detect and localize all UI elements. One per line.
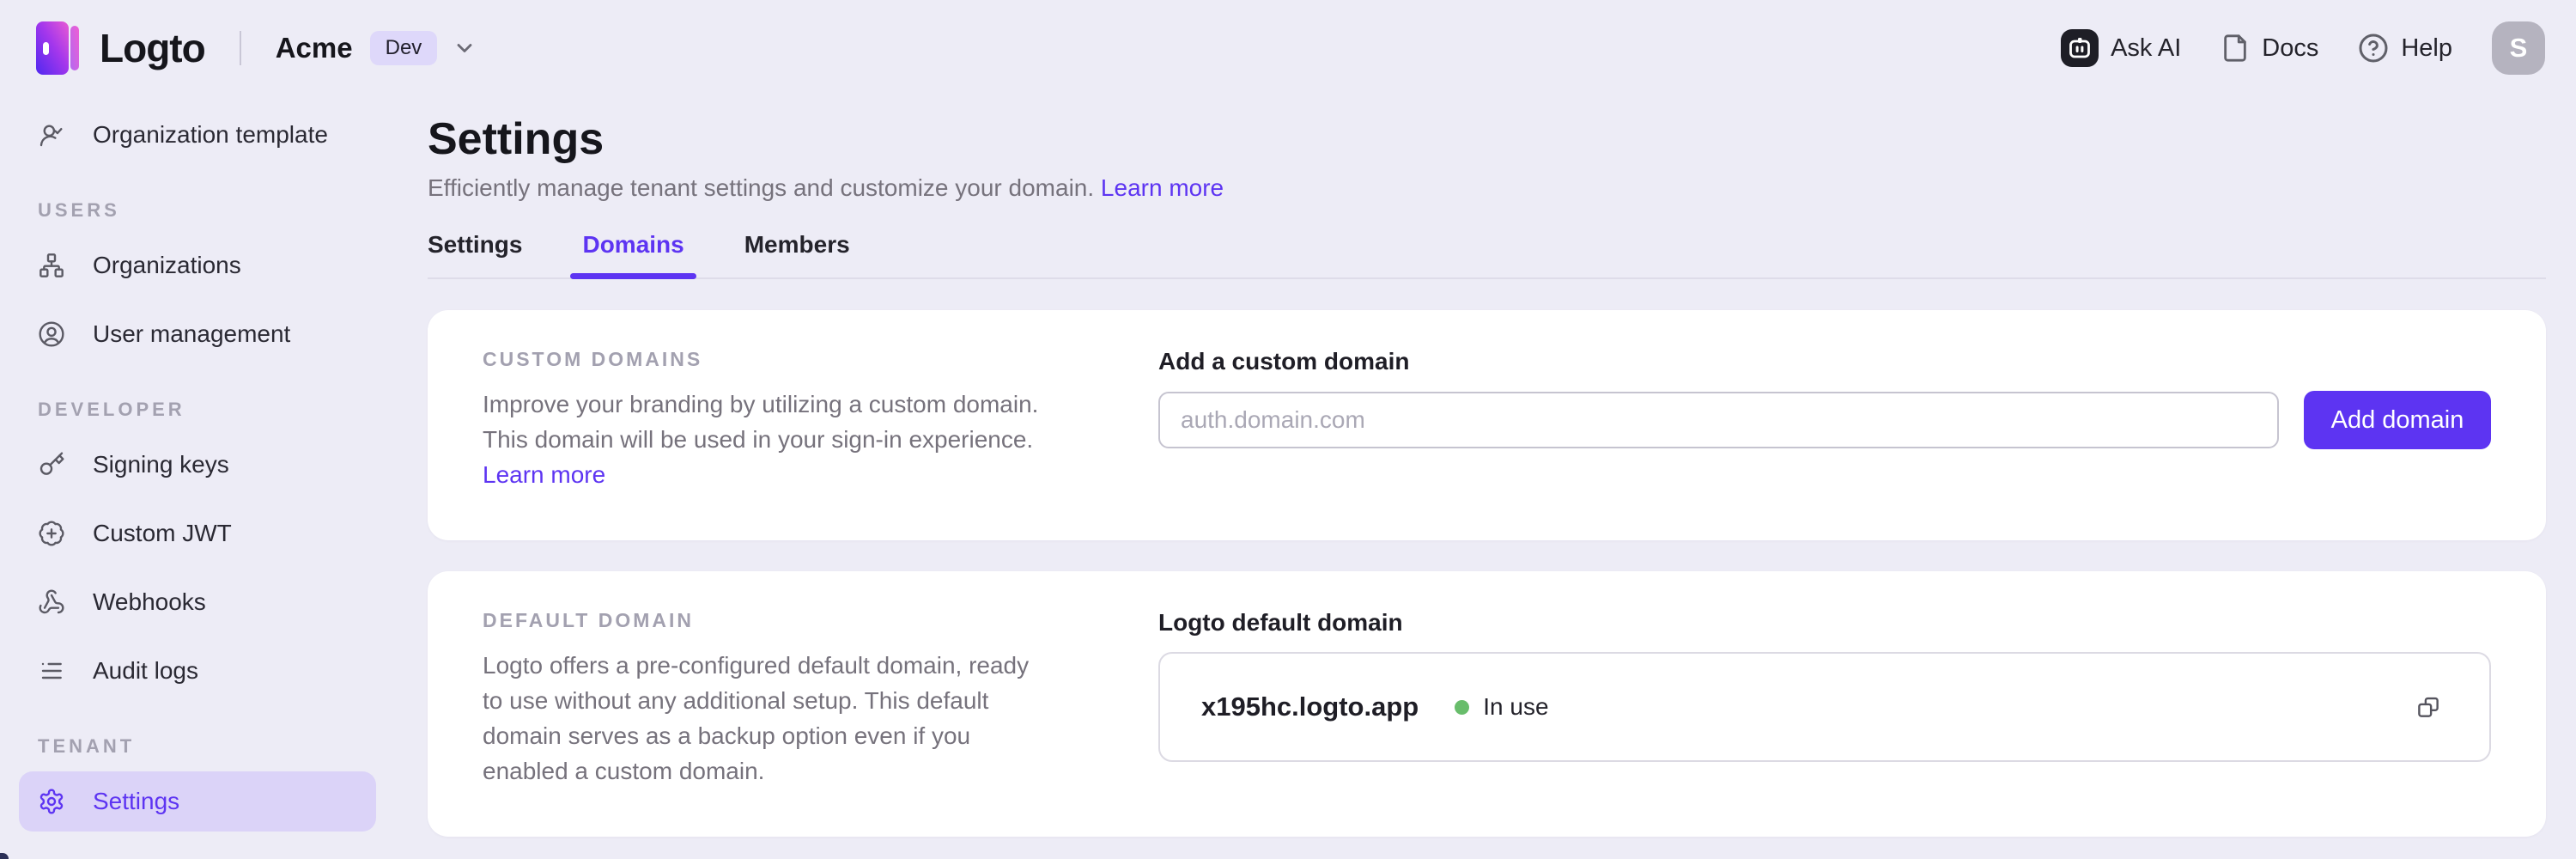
ask-ai-button[interactable]: Ask AI <box>2061 29 2181 67</box>
sidebar-item-label: Settings <box>93 788 179 815</box>
help-label: Help <box>2401 34 2452 63</box>
logto-default-domain-label: Logto default domain <box>1158 609 2491 637</box>
document-icon <box>2221 34 2250 63</box>
ask-ai-label: Ask AI <box>2111 34 2181 63</box>
default-domain-description: Logto offers a pre-configured default do… <box>483 648 1045 789</box>
main-content: Settings Efficiently manage tenant setti… <box>395 96 2576 837</box>
user-check-icon <box>38 121 65 149</box>
sidebar-item-organization-template[interactable]: Organization template <box>19 105 376 165</box>
webhook-icon <box>38 588 65 616</box>
custom-domains-form-column: Add a custom domain Add domain <box>1158 348 2491 492</box>
tenant-selector-button[interactable] <box>453 36 477 60</box>
sidebar-item-organizations[interactable]: Organizations <box>19 235 376 295</box>
docs-label: Docs <box>2262 34 2318 63</box>
in-use-status-label: In use <box>1483 693 1548 721</box>
custom-domains-description-text: Improve your branding by utilizing a cus… <box>483 391 1038 453</box>
docs-button[interactable]: Docs <box>2221 34 2318 63</box>
env-badge: Dev <box>370 31 438 65</box>
sidebar-item-label: Signing keys <box>93 451 229 478</box>
sidebar-item-user-management[interactable]: User management <box>19 304 376 364</box>
page-title: Settings <box>428 115 2546 164</box>
sitemap-icon <box>38 252 65 279</box>
sidebar-item-label: Organization template <box>93 121 328 149</box>
topbar-divider <box>240 31 241 65</box>
gear-icon <box>38 788 65 815</box>
topbar-actions: Ask AI Docs Help S <box>2061 21 2545 75</box>
custom-domains-description: Improve your branding by utilizing a cus… <box>483 387 1045 492</box>
logto-logo-icon <box>34 20 82 76</box>
custom-domain-input[interactable] <box>1158 392 2279 448</box>
sidebar-item-label: Custom JWT <box>93 520 232 547</box>
copy-domain-button[interactable] <box>2415 694 2441 720</box>
custom-domains-description-column: CUSTOM DOMAINS Improve your branding by … <box>483 348 1045 492</box>
default-domain-value: x195hc.logto.app <box>1201 691 1419 722</box>
user-avatar[interactable]: S <box>2492 21 2545 75</box>
sidebar-item-webhooks[interactable]: Webhooks <box>19 572 376 632</box>
in-use-status-dot <box>1455 700 1469 715</box>
list-icon <box>38 657 65 685</box>
sidebar-section-developer: DEVELOPER <box>19 399 376 421</box>
custom-domains-card: CUSTOM DOMAINS Improve your branding by … <box>428 310 2546 540</box>
corner-widget-edge <box>0 853 9 859</box>
page-subtitle: Efficiently manage tenant settings and c… <box>428 174 2546 202</box>
add-custom-domain-row: Add domain <box>1158 391 2491 449</box>
default-domain-box: x195hc.logto.app In use <box>1158 652 2491 762</box>
copy-icon <box>2415 694 2441 720</box>
sidebar-item-label: Organizations <box>93 252 241 279</box>
tab-domains[interactable]: Domains <box>582 231 683 277</box>
page-subtitle-text: Efficiently manage tenant settings and c… <box>428 174 1094 201</box>
user-circle-icon <box>38 320 65 348</box>
domain-status: In use <box>1455 693 1548 721</box>
app-layout: Organization template USERS Organization… <box>0 96 2576 840</box>
brand-wordmark: Logto <box>100 25 205 71</box>
tab-settings[interactable]: Settings <box>428 231 522 277</box>
add-custom-domain-label: Add a custom domain <box>1158 348 2491 375</box>
default-domain-card: DEFAULT DOMAIN Logto offers a pre-config… <box>428 571 2546 837</box>
sidebar-item-audit-logs[interactable]: Audit logs <box>19 641 376 701</box>
sidebar-section-tenant: TENANT <box>19 735 376 758</box>
question-circle-icon <box>2358 33 2389 64</box>
sidebar-item-settings[interactable]: Settings <box>19 771 376 832</box>
topbar: Logto Acme Dev Ask AI Docs <box>0 0 2576 96</box>
add-domain-button[interactable]: Add domain <box>2304 391 2491 449</box>
default-domain-description-column: DEFAULT DOMAIN Logto offers a pre-config… <box>483 609 1045 789</box>
tenant-name[interactable]: Acme <box>276 32 353 64</box>
ask-ai-icon <box>2061 29 2099 67</box>
help-button[interactable]: Help <box>2358 33 2452 64</box>
badge-plus-icon <box>38 520 65 547</box>
default-domain-column: Logto default domain x195hc.logto.app In… <box>1158 609 2491 789</box>
sidebar-item-custom-jwt[interactable]: Custom JWT <box>19 503 376 564</box>
sidebar-item-label: Audit logs <box>93 657 198 685</box>
custom-domains-learn-more-link[interactable]: Learn more <box>483 461 605 488</box>
sidebar-section-users: USERS <box>19 199 376 222</box>
sidebar: Organization template USERS Organization… <box>0 96 395 840</box>
tab-members[interactable]: Members <box>744 231 850 277</box>
custom-domains-section-title: CUSTOM DOMAINS <box>483 348 1045 371</box>
chevron-down-icon <box>453 36 477 60</box>
sidebar-item-label: User management <box>93 320 290 348</box>
tab-bar: Settings Domains Members <box>428 231 2546 279</box>
sidebar-item-signing-keys[interactable]: Signing keys <box>19 435 376 495</box>
default-domain-section-title: DEFAULT DOMAIN <box>483 609 1045 632</box>
subtitle-learn-more-link[interactable]: Learn more <box>1101 174 1224 201</box>
key-icon <box>38 451 65 478</box>
sidebar-item-label: Webhooks <box>93 588 206 616</box>
brand: Logto <box>34 20 205 76</box>
